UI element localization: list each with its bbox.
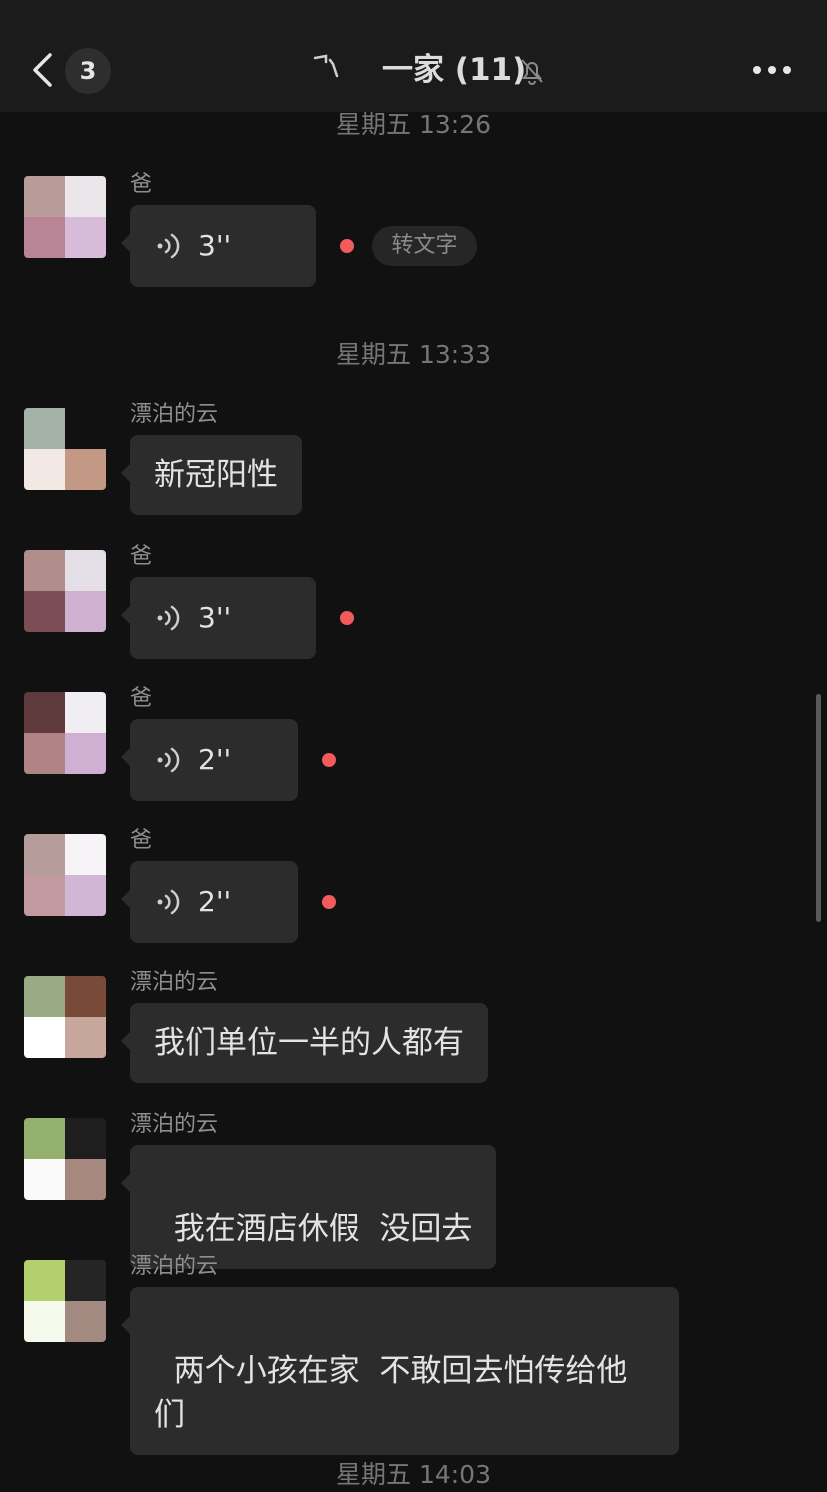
unread-dot: [322, 753, 336, 767]
voice-duration: 2'': [198, 743, 232, 776]
avatar[interactable]: [24, 176, 106, 258]
text-message[interactable]: 我们单位一半的人都有: [121, 1003, 488, 1083]
voice-duration: 3'': [198, 229, 232, 262]
voice-duration: 3'': [198, 601, 232, 634]
voice-wave-icon: [157, 233, 180, 259]
message-text: 两个小孩在家 不敢回去怕传给他们: [154, 1353, 628, 1433]
transcribe-button[interactable]: 转文字: [372, 226, 477, 266]
message-text: 新冠阳性: [154, 457, 278, 493]
sender-name: 漂泊的云: [130, 1112, 219, 1137]
voice-duration: 2'': [198, 885, 232, 918]
sender-name: 漂泊的云: [130, 402, 219, 427]
sender-name: 爸: [130, 172, 153, 197]
scrollbar[interactable]: [816, 694, 821, 922]
sender-name: 漂泊的云: [130, 970, 219, 995]
avatar[interactable]: [24, 976, 106, 1058]
chat-deco-icon: [313, 54, 339, 78]
chat-title: 一家 (11): [382, 52, 527, 88]
text-message[interactable]: 新冠阳性: [121, 435, 302, 515]
unread-dot: [322, 895, 336, 909]
text-message[interactable]: 两个小孩在家 不敢回去怕传给他们: [121, 1287, 679, 1455]
avatar[interactable]: [24, 834, 106, 916]
voice-wave-icon: [157, 747, 180, 773]
message-text: 我在酒店休假 没回去: [173, 1211, 473, 1247]
voice-message[interactable]: 2'': [121, 861, 298, 943]
voice-message[interactable]: 2'': [121, 719, 298, 801]
voice-message[interactable]: 3'': [121, 205, 316, 287]
sender-name: 爸: [130, 544, 153, 569]
voice-wave-icon: [157, 889, 180, 915]
sender-name: 爸: [130, 686, 153, 711]
chat-header: 3 一家 (11): [0, 0, 827, 112]
timestamp: 星期五 13:33: [336, 340, 491, 369]
unread-dot: [340, 239, 354, 253]
back-icon[interactable]: [30, 52, 56, 88]
sender-name: 漂泊的云: [130, 1254, 219, 1279]
message-text: 我们单位一半的人都有: [154, 1025, 464, 1061]
avatar[interactable]: [24, 550, 106, 632]
more-icon[interactable]: [752, 64, 792, 76]
sender-name: 爸: [130, 828, 153, 853]
avatar[interactable]: [24, 1260, 106, 1342]
avatar[interactable]: [24, 692, 106, 774]
unread-count-badge[interactable]: 3: [65, 48, 111, 94]
avatar[interactable]: [24, 1118, 106, 1200]
text-message[interactable]: 我在酒店休假 没回去: [120, 1145, 497, 1269]
mute-icon: [521, 59, 543, 85]
unread-dot: [340, 611, 354, 625]
timestamp: 星期五 13:26: [336, 110, 491, 139]
avatar[interactable]: [24, 408, 106, 490]
timestamp: 星期五 14:03: [336, 1460, 491, 1489]
voice-message[interactable]: 3'': [121, 577, 316, 659]
voice-wave-icon: [157, 605, 180, 631]
